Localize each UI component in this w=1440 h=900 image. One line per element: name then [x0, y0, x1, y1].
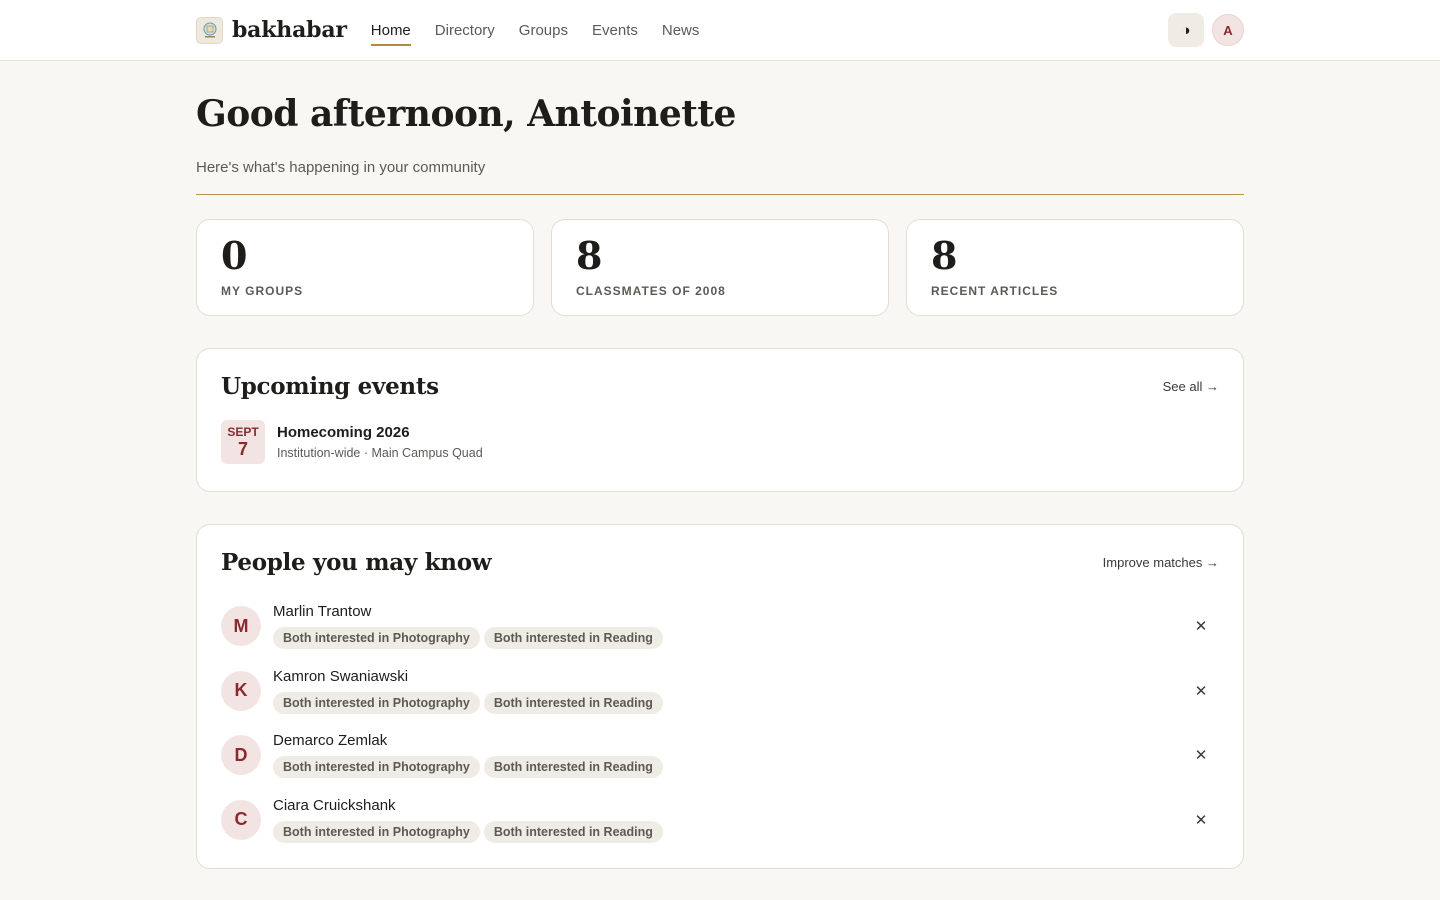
upcoming-events-card: Upcoming events See all → SEPT 7 Homecom… [196, 348, 1244, 492]
stat-card-classmates[interactable]: 8 Classmates of 2008 [551, 219, 889, 316]
match-tag: Both interested in Reading [483, 627, 663, 650]
theme-toggle-button[interactable]: ◑ [1168, 13, 1204, 47]
nav-events[interactable]: Events [592, 0, 638, 60]
nav-news[interactable]: News [662, 0, 700, 60]
list-item: C Ciara Cruickshank Both interested in P… [221, 788, 1219, 853]
event-item[interactable]: SEPT 7 Homecoming 2026 Institution-wide … [221, 420, 1219, 464]
stats-row: 0 My groups 8 Classmates of 2008 8 Recen… [196, 219, 1244, 316]
people-title: People you may know [221, 549, 492, 576]
nav-directory[interactable]: Directory [435, 0, 495, 60]
logo-icon [196, 16, 223, 44]
brand-name: bakhabar [232, 17, 347, 43]
brand[interactable]: bakhabar [196, 16, 347, 44]
people-you-may-know-card: People you may know Improve matches → M … [196, 524, 1244, 869]
stat-card-recent-articles[interactable]: 8 Recent articles [906, 219, 1244, 316]
stat-value: 0 [221, 233, 248, 278]
stat-value: 8 [931, 233, 958, 278]
match-tag: Both interested in Reading [483, 820, 663, 843]
close-icon[interactable]: ✕ [1191, 681, 1211, 701]
stat-value: 8 [576, 233, 603, 278]
close-icon[interactable]: ✕ [1191, 616, 1211, 636]
person-name[interactable]: Marlin Trantow [273, 603, 663, 620]
improve-matches-link[interactable]: Improve matches → [1103, 555, 1219, 570]
people-list: M Marlin Trantow Both interested in Phot… [221, 594, 1219, 852]
stat-label: Recent articles [931, 284, 1059, 298]
match-tag: Both interested in Reading [483, 691, 663, 714]
dashboard-main: Good afternoon, Antoinette Here's what's… [196, 93, 1244, 869]
page-title: Good afternoon, Antoinette [196, 93, 736, 135]
list-item: D Demarco Zemlak Both interested in Phot… [221, 723, 1219, 788]
match-tag: Both interested in Photography [273, 627, 480, 650]
events-title: Upcoming events [221, 373, 439, 400]
divider [196, 194, 1244, 195]
nav-groups[interactable]: Groups [519, 0, 568, 60]
match-tag: Both interested in Photography [273, 691, 480, 714]
avatar[interactable]: M [221, 606, 261, 647]
close-icon[interactable]: ✕ [1191, 745, 1211, 765]
top-navbar: bakhabar Home Directory Groups Events Ne… [0, 0, 1440, 61]
see-all-events-link[interactable]: See all → [1163, 379, 1219, 394]
list-item: M Marlin Trantow Both interested in Phot… [221, 594, 1219, 659]
event-date-badge: SEPT 7 [221, 420, 265, 464]
avatar[interactable]: K [221, 670, 261, 711]
contrast-icon: ◑ [1181, 21, 1191, 39]
stat-card-my-groups[interactable]: 0 My groups [196, 219, 534, 316]
match-tag: Both interested in Photography [273, 756, 480, 779]
event-day: 7 [237, 438, 248, 459]
page-subtitle: Here's what's happening in your communit… [196, 159, 486, 176]
avatar[interactable]: C [221, 799, 261, 840]
list-item: K Kamron Swaniawski Both interested in P… [221, 659, 1219, 724]
event-title[interactable]: Homecoming 2026 [277, 424, 483, 441]
person-name[interactable]: Kamron Swaniawski [273, 668, 663, 685]
person-name[interactable]: Ciara Cruickshank [273, 797, 663, 814]
main-nav: Home Directory Groups Events News [370, 0, 724, 60]
match-tag: Both interested in Photography [273, 820, 480, 843]
close-icon[interactable]: ✕ [1191, 810, 1211, 830]
person-name[interactable]: Demarco Zemlak [273, 732, 663, 749]
event-meta: Institution-wide · Main Campus Quad [277, 446, 483, 460]
match-tag: Both interested in Reading [483, 756, 663, 779]
nav-home[interactable]: Home [370, 0, 411, 60]
avatar[interactable]: D [221, 735, 261, 776]
stat-label: Classmates of 2008 [576, 284, 726, 298]
stat-label: My groups [221, 284, 304, 298]
event-month: SEPT [227, 424, 259, 439]
user-avatar-button[interactable]: A [1212, 14, 1244, 46]
